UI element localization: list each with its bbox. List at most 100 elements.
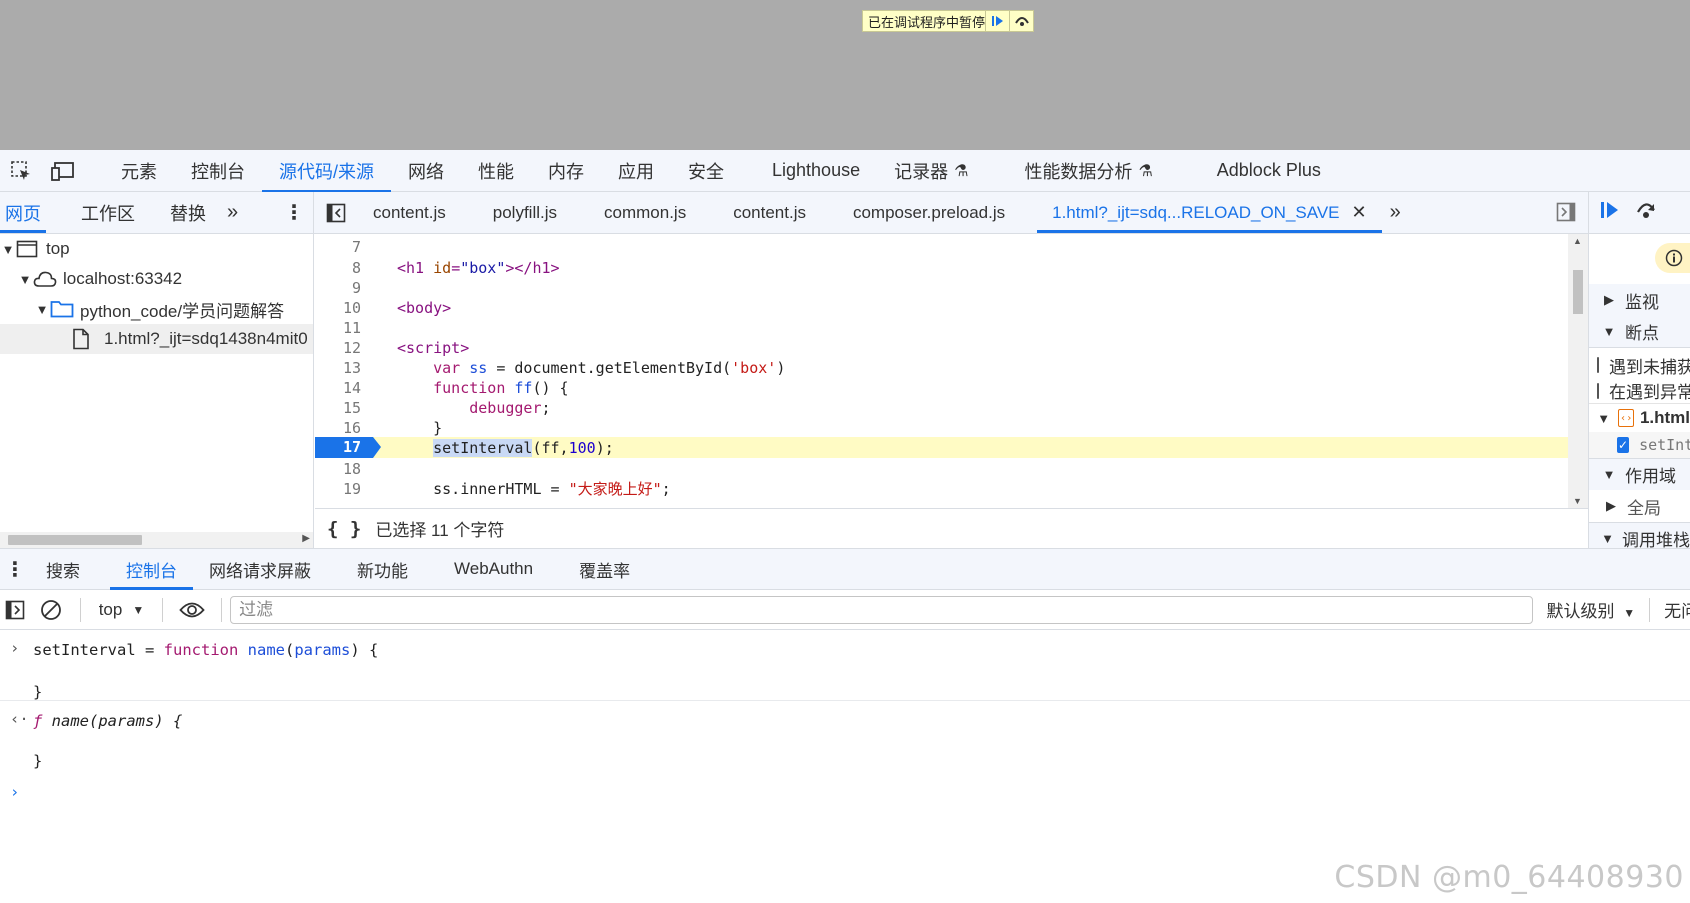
code-line: 15 debugger; xyxy=(342,398,551,417)
file-tab-polyfill-js[interactable]: polyfill.js xyxy=(478,192,572,233)
tab-performance-insights[interactable]: 性能数据分析 ⚗ xyxy=(1007,150,1169,192)
tab-console[interactable]: 控制台 xyxy=(174,150,262,192)
eye-icon xyxy=(179,602,205,617)
breakpoint-item[interactable]: ✓ setInterval(ff,100); xyxy=(1589,432,1690,458)
code-line: 19 ss.innerHTML = "大家晚上好"; xyxy=(342,479,671,499)
tab-adblock-plus[interactable]: Adblock Plus xyxy=(1200,150,1338,192)
file-tab-content-js[interactable]: content.js xyxy=(358,192,461,233)
code-editor[interactable]: 7 8 <h1 id="box"></h1> 9 10 <body> 11 12… xyxy=(315,234,1588,508)
tab-lighthouse[interactable]: Lighthouse xyxy=(755,150,877,192)
tab-application[interactable]: 应用 xyxy=(601,150,671,192)
code-line: 10 <body> xyxy=(342,298,452,317)
toggle-navigator-icon[interactable] xyxy=(314,203,358,223)
close-tab-icon[interactable]: ✕ xyxy=(1352,202,1367,223)
scroll-down-arrow-icon[interactable]: ▼ xyxy=(1573,496,1582,506)
tree-item-top[interactable]: ▼ top xyxy=(0,234,313,264)
editor-vertical-scrollbar[interactable]: ▲ ▼ xyxy=(1568,234,1588,508)
pause-on-uncaught-option[interactable]: 遇到未捕获的异常时暂停 xyxy=(1589,352,1690,378)
toggle-debugger-sidebar-icon[interactable] xyxy=(1556,202,1576,227)
pretty-print-braces-icon[interactable]: { } xyxy=(327,518,361,540)
selected-text: setInterval xyxy=(433,438,533,457)
tab-sources[interactable]: 源代码/来源 xyxy=(262,150,392,193)
navigator-tab-page[interactable]: 网页 xyxy=(0,192,46,233)
device-mode-icon xyxy=(51,161,74,181)
scroll-up-arrow-icon[interactable]: ▲ xyxy=(1573,236,1582,246)
expanded-triangle-icon: ▼ xyxy=(1602,324,1616,339)
scrollbar-thumb[interactable] xyxy=(1573,270,1583,314)
sidebar-toggle-icon xyxy=(5,600,25,619)
drawer-tab-console[interactable]: 控制台 xyxy=(110,549,193,590)
file-tab-1-html[interactable]: 1.html?_ijt=sdq...RELOAD_ON_SAVE ✕ xyxy=(1037,192,1382,233)
devtools-main-tabbar: 元素 控制台 源代码/来源 网络 性能 内存 应用 安全 Lighthouse … xyxy=(0,150,1690,193)
pause-caught-checkbox[interactable] xyxy=(1597,382,1599,399)
breakpoint-checkbox[interactable]: ✓ xyxy=(1617,437,1630,453)
tab-elements[interactable]: 元素 xyxy=(104,150,174,192)
console-filter-input[interactable] xyxy=(230,595,1533,624)
scrollbar-thumb[interactable] xyxy=(8,535,142,545)
drawer-menu-icon[interactable]: ⋮ xyxy=(0,557,30,582)
callstack-section-header[interactable]: ▼ 调用堆栈 xyxy=(1589,522,1690,548)
drawer-tab-whats-new[interactable]: 新功能 xyxy=(341,549,424,590)
frame-icon xyxy=(16,240,42,258)
tab-performance[interactable]: 性能 xyxy=(461,150,531,192)
console-prompt[interactable]: › xyxy=(0,779,1690,809)
navigator-tab-overrides[interactable]: 替换 xyxy=(165,192,211,233)
drawer-tab-search[interactable]: 搜索 xyxy=(30,549,96,590)
expanded-triangle-icon: ▼ xyxy=(1602,467,1616,482)
tab-network[interactable]: 网络 xyxy=(391,150,461,192)
toggle-console-sidebar-button[interactable] xyxy=(0,590,30,630)
pause-on-caught-option[interactable]: 在遇到异常时暂停 xyxy=(1589,378,1690,404)
file-tab-content-js-2[interactable]: content.js xyxy=(718,192,821,233)
console-messages[interactable]: › setInterval = function name(params) { … xyxy=(0,631,1690,903)
editor-file-tabs: content.js polyfill.js common.js content… xyxy=(314,192,1588,233)
watch-section-header[interactable]: ▶ 监视 xyxy=(1589,284,1690,316)
collapsed-triangle-icon: ▶ xyxy=(1606,498,1616,513)
tree-item-file[interactable]: 1.html?_ijt=sdq1438n4mit0 xyxy=(0,324,313,354)
step-over-button[interactable] xyxy=(1635,200,1657,225)
info-badge[interactable] xyxy=(1655,243,1690,273)
sources-tabbar: 网页 工作区 替换 » ⋮ content.js polyfill.js com… xyxy=(0,192,1690,234)
scope-section-header[interactable]: ▼ 作用域 xyxy=(1589,458,1690,490)
clear-icon xyxy=(40,599,61,620)
tree-item-folder[interactable]: ▼ python_code/学员问题解答 xyxy=(0,294,313,324)
step-over-button[interactable] xyxy=(1009,11,1033,31)
js-context-selector[interactable]: top ▼ xyxy=(89,600,155,620)
folder-icon xyxy=(50,300,76,318)
csdn-watermark: CSDN @m0_64408930 xyxy=(1334,860,1684,895)
live-expression-button[interactable] xyxy=(171,590,213,630)
log-levels-dropdown[interactable]: 默认级别 ▼ xyxy=(1533,597,1650,622)
resume-button[interactable] xyxy=(985,11,1009,31)
more-tabs-chevron-icon[interactable]: » xyxy=(1390,201,1401,224)
tab-security[interactable]: 安全 xyxy=(671,150,741,192)
tree-item-domain[interactable]: ▼ localhost:63342 xyxy=(0,264,313,294)
code-line: 9 xyxy=(351,278,361,297)
tab-memory[interactable]: 内存 xyxy=(531,150,601,192)
navigator-tab-workspace[interactable]: 工作区 xyxy=(76,192,140,233)
drawer-tab-request-blocking[interactable]: 网络请求屏蔽 xyxy=(193,549,327,590)
scroll-right-arrow-icon[interactable]: ▶ xyxy=(302,533,310,544)
file-tab-common-js[interactable]: common.js xyxy=(589,192,701,233)
inspect-element-button[interactable] xyxy=(0,150,42,192)
collapsed-triangle-icon: ▶ xyxy=(1604,292,1614,307)
drawer-tab-webauthn[interactable]: WebAuthn xyxy=(438,549,549,590)
drawer-tab-coverage[interactable]: 覆盖率 xyxy=(563,549,646,590)
kebab-menu-icon[interactable]: ⋮ xyxy=(284,200,304,225)
html-file-icon: ‹› xyxy=(1618,409,1634,427)
result-arrow-icon: ‹· xyxy=(10,710,29,728)
breakpoints-section-header[interactable]: ▼ 断点 xyxy=(1589,316,1690,348)
scope-global[interactable]: ▶ 全局 xyxy=(1589,490,1690,522)
tab-recorder[interactable]: 记录器 ⚗ xyxy=(877,150,985,192)
navigator-horizontal-scrollbar[interactable]: ▶ xyxy=(0,532,313,548)
pause-uncaught-checkbox[interactable] xyxy=(1597,357,1599,373)
issues-counter[interactable]: 无问题 xyxy=(1650,597,1690,622)
file-navigator: ▼ top ▼ localhost:63342 ▼ python_code/学员… xyxy=(0,234,314,548)
console-toolbar: top ▼ 默认级别 ▼ 无问题 xyxy=(0,590,1690,630)
file-tab-composer-preload-js[interactable]: composer.preload.js xyxy=(838,192,1020,233)
resume-script-button[interactable] xyxy=(1599,200,1621,225)
breakpoint-file-group[interactable]: ▼ ‹› 1.html xyxy=(1589,404,1690,432)
clear-console-button[interactable] xyxy=(30,590,72,630)
code-line: 13 var ss = document.getElementById('box… xyxy=(342,358,786,377)
execution-pointer-icon xyxy=(373,437,381,458)
device-toolbar-button[interactable] xyxy=(42,150,84,192)
more-tabs-chevron-icon[interactable]: » xyxy=(227,201,238,224)
